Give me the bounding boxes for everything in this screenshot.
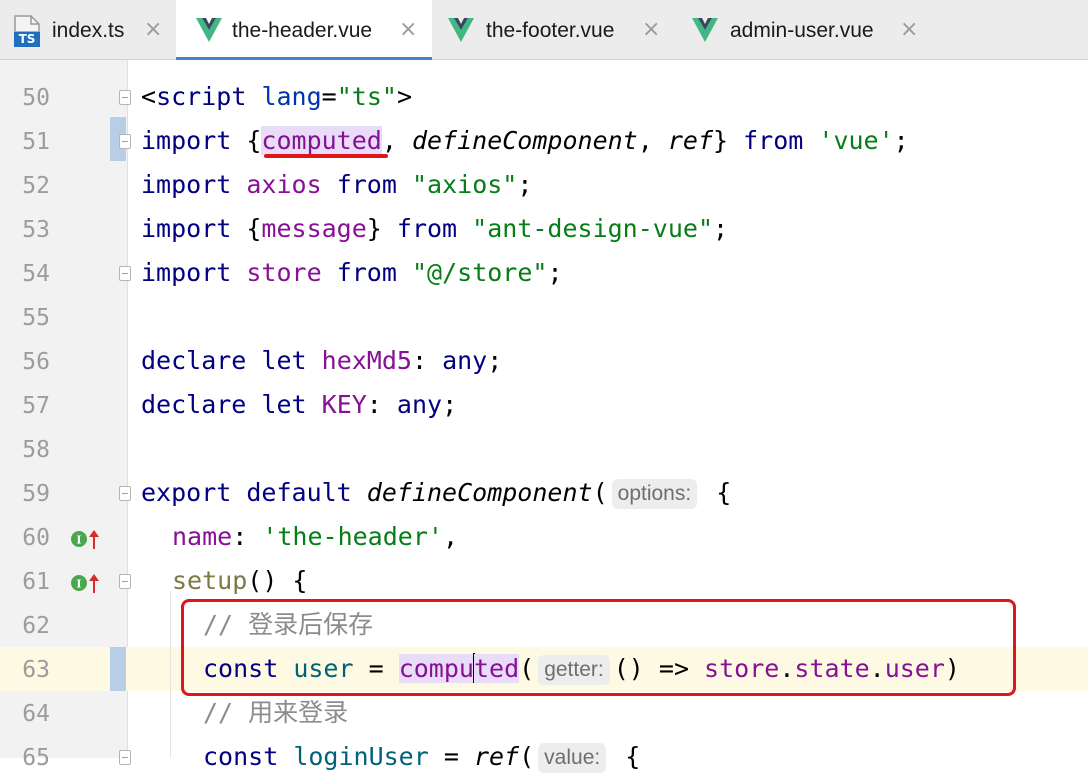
close-icon[interactable]: × [399,17,417,42]
ts-badge: TS [14,32,40,47]
line-number: 50 [22,85,50,111]
line-number: 59 [22,481,50,507]
tab-the-footer-vue[interactable]: the-footer.vue × [432,0,676,60]
line-number: 56 [22,349,50,375]
typescript-file-icon: TS [14,15,40,47]
inlay-hint: options: [611,479,698,509]
code-text: import axios from "axios"; [141,170,533,199]
line-number: 52 [22,173,50,199]
code-line: 56 declare let hexMd5: any; [0,340,1088,384]
code-line: 61 I setup() { [0,560,1088,604]
code-line: 55 [0,296,1088,340]
fold-toggle-icon[interactable] [119,90,131,105]
code-text: const loginUser = ref(value: { [203,742,641,773]
code-text: declare let hexMd5: any; [141,346,503,375]
code-line: 52 import axios from "axios"; [0,164,1088,208]
red-highlight-box-annotation [181,599,1016,696]
code-line: 65 const loginUser = ref(value: { [0,736,1088,780]
code-text: declare let KEY: any; [141,390,458,419]
tab-the-header-vue[interactable]: the-header.vue × [176,0,432,61]
line-number: 60 [22,525,50,551]
code-text: import {computed, defineComponent, ref} … [141,126,909,155]
code-line: 60 I name: 'the-header', [0,516,1088,560]
fold-toggle-icon[interactable] [119,486,131,501]
code-text: <script lang="ts"> [141,82,412,111]
tab-label: the-header.vue [232,19,373,42]
highlighted-identifier: computed [261,126,382,155]
code-text: import store from "@/store"; [141,258,563,287]
code-line: 51 import {computed, defineComponent, re… [0,120,1088,164]
line-number: 51 [22,129,50,155]
code-comment: // 用来登录 [203,698,349,727]
code-line: 59 export default defineComponent(option… [0,472,1088,516]
fold-toggle-icon[interactable] [119,134,131,149]
line-number: 65 [22,745,50,771]
tab-label: admin-user.vue [730,19,874,42]
line-number: 53 [22,217,50,243]
red-underline-annotation [264,154,388,158]
tab-admin-user-vue[interactable]: admin-user.vue × [676,0,936,60]
fold-toggle-icon[interactable] [119,266,131,281]
line-number: 62 [22,613,50,639]
line-number: 55 [22,305,50,331]
line-number: 61 [22,569,50,595]
code-line: 64 // 用来登录 [0,692,1088,736]
tab-label: index.ts [52,19,125,42]
inlay-hint: value: [538,743,607,773]
code-text: name: 'the-header', [172,522,459,551]
code-line: 58 [0,428,1088,472]
line-number: 54 [22,261,50,287]
line-number: 64 [22,701,50,727]
close-icon[interactable]: × [642,17,660,42]
code-line: 50 <script lang="ts"> [0,76,1088,120]
line-number: 58 [22,437,50,463]
vue-logo-icon [448,18,474,42]
code-line: 57 declare let KEY: any; [0,384,1088,428]
close-icon[interactable]: × [900,17,918,42]
svg-text:I: I [76,578,81,591]
code-text: setup() { [172,566,308,595]
tab-label: the-footer.vue [486,19,615,42]
editor-tab-bar: TS index.ts × the-header.vue × the-foote… [0,0,1088,61]
line-number: 57 [22,393,50,419]
code-editor[interactable]: 50 <script lang="ts"> 51 import {compute… [0,60,1088,773]
fold-toggle-icon[interactable] [119,574,131,589]
vue-logo-icon [692,18,718,42]
code-line: 54 import store from "@/store"; [0,252,1088,296]
vue-logo-icon [196,18,222,42]
code-line: 53 import {message} from "ant-design-vue… [0,208,1088,252]
implements-method-icon[interactable]: I [70,572,100,594]
code-text: export default defineComponent(options: … [141,478,732,509]
line-number: 63 [22,657,50,683]
svg-text:I: I [76,534,81,547]
implements-method-icon[interactable]: I [70,528,100,550]
code-text: import {message} from "ant-design-vue"; [141,214,729,243]
close-icon[interactable]: × [144,17,162,42]
tab-index-ts[interactable]: TS index.ts × [0,0,176,60]
